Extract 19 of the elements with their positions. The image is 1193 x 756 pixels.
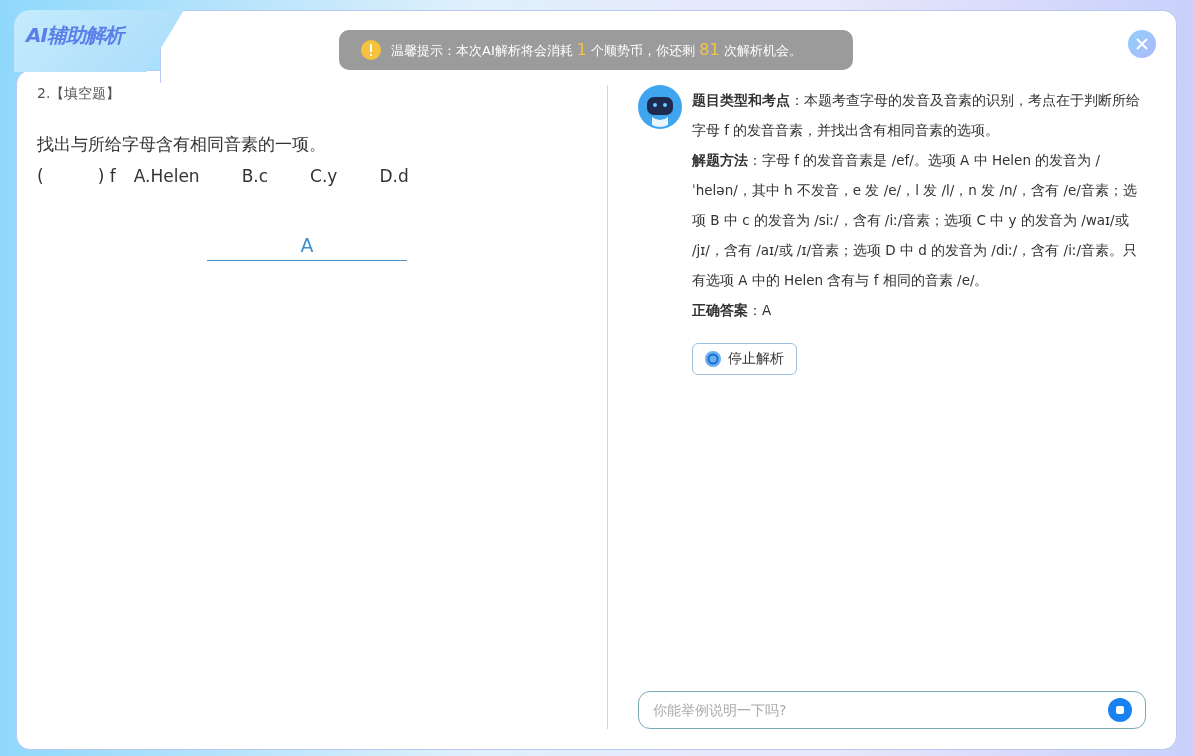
analysis-paragraph: 正确答案：A [692,301,773,320]
notice-text: 温馨提示：本次AI解析将会消耗 1 个顺势币，你还剩 81 次解析机会。 [391,40,802,60]
analysis-paragraph: 解题方法：字母 f 的发音音素是 /ef/。选项 A 中 Helen 的发音为 /ˈhelən/，其中 h 不发音，e 发 /e/，l 发 /l/，n 发 /n/，含有 /e/音素；选项 B 中 c 的发音为 /siː/，含有 /iː/音素；选项 C 中 y 的发音为 /waɪ/或 /jɪ/，含有 /aɪ/或 /ɪ/音素；选项 D 中 d 的发音为 /diː/，含有 /iː/音素。只有选项 A 中的 Helen 含有与 f 相同的音素 /e/。 [692,151,1139,290]
analysis-paragraph: 题目类型和考点：本题考查字母的发音及音素的识别，考点在于判断所给字母 f 的发音音素，并找出含有相同音素的选项。 [692,91,1141,140]
option-text: C.y [310,166,338,186]
warning-icon [361,40,381,60]
stop-analysis-button[interactable]: 停止解析 [692,343,797,375]
question-stem: ( ) f [37,166,116,186]
close-icon [1135,37,1149,51]
question-number: 2.【填空题】 [37,85,122,103]
stop-icon[interactable] [1108,698,1132,722]
answer-fill-in-line: A [207,234,407,261]
option-text: A.Helen [133,166,200,186]
robot-avatar-icon [638,85,682,129]
option-text: B.c [241,166,269,186]
question-prompt: 找出与所给字母含有相同音素的一项。 [37,133,327,156]
chat-input-field[interactable]: 你能举例说明一下吗? [638,691,1146,729]
spinner-icon [705,351,721,367]
option-text: D.d [379,166,409,186]
